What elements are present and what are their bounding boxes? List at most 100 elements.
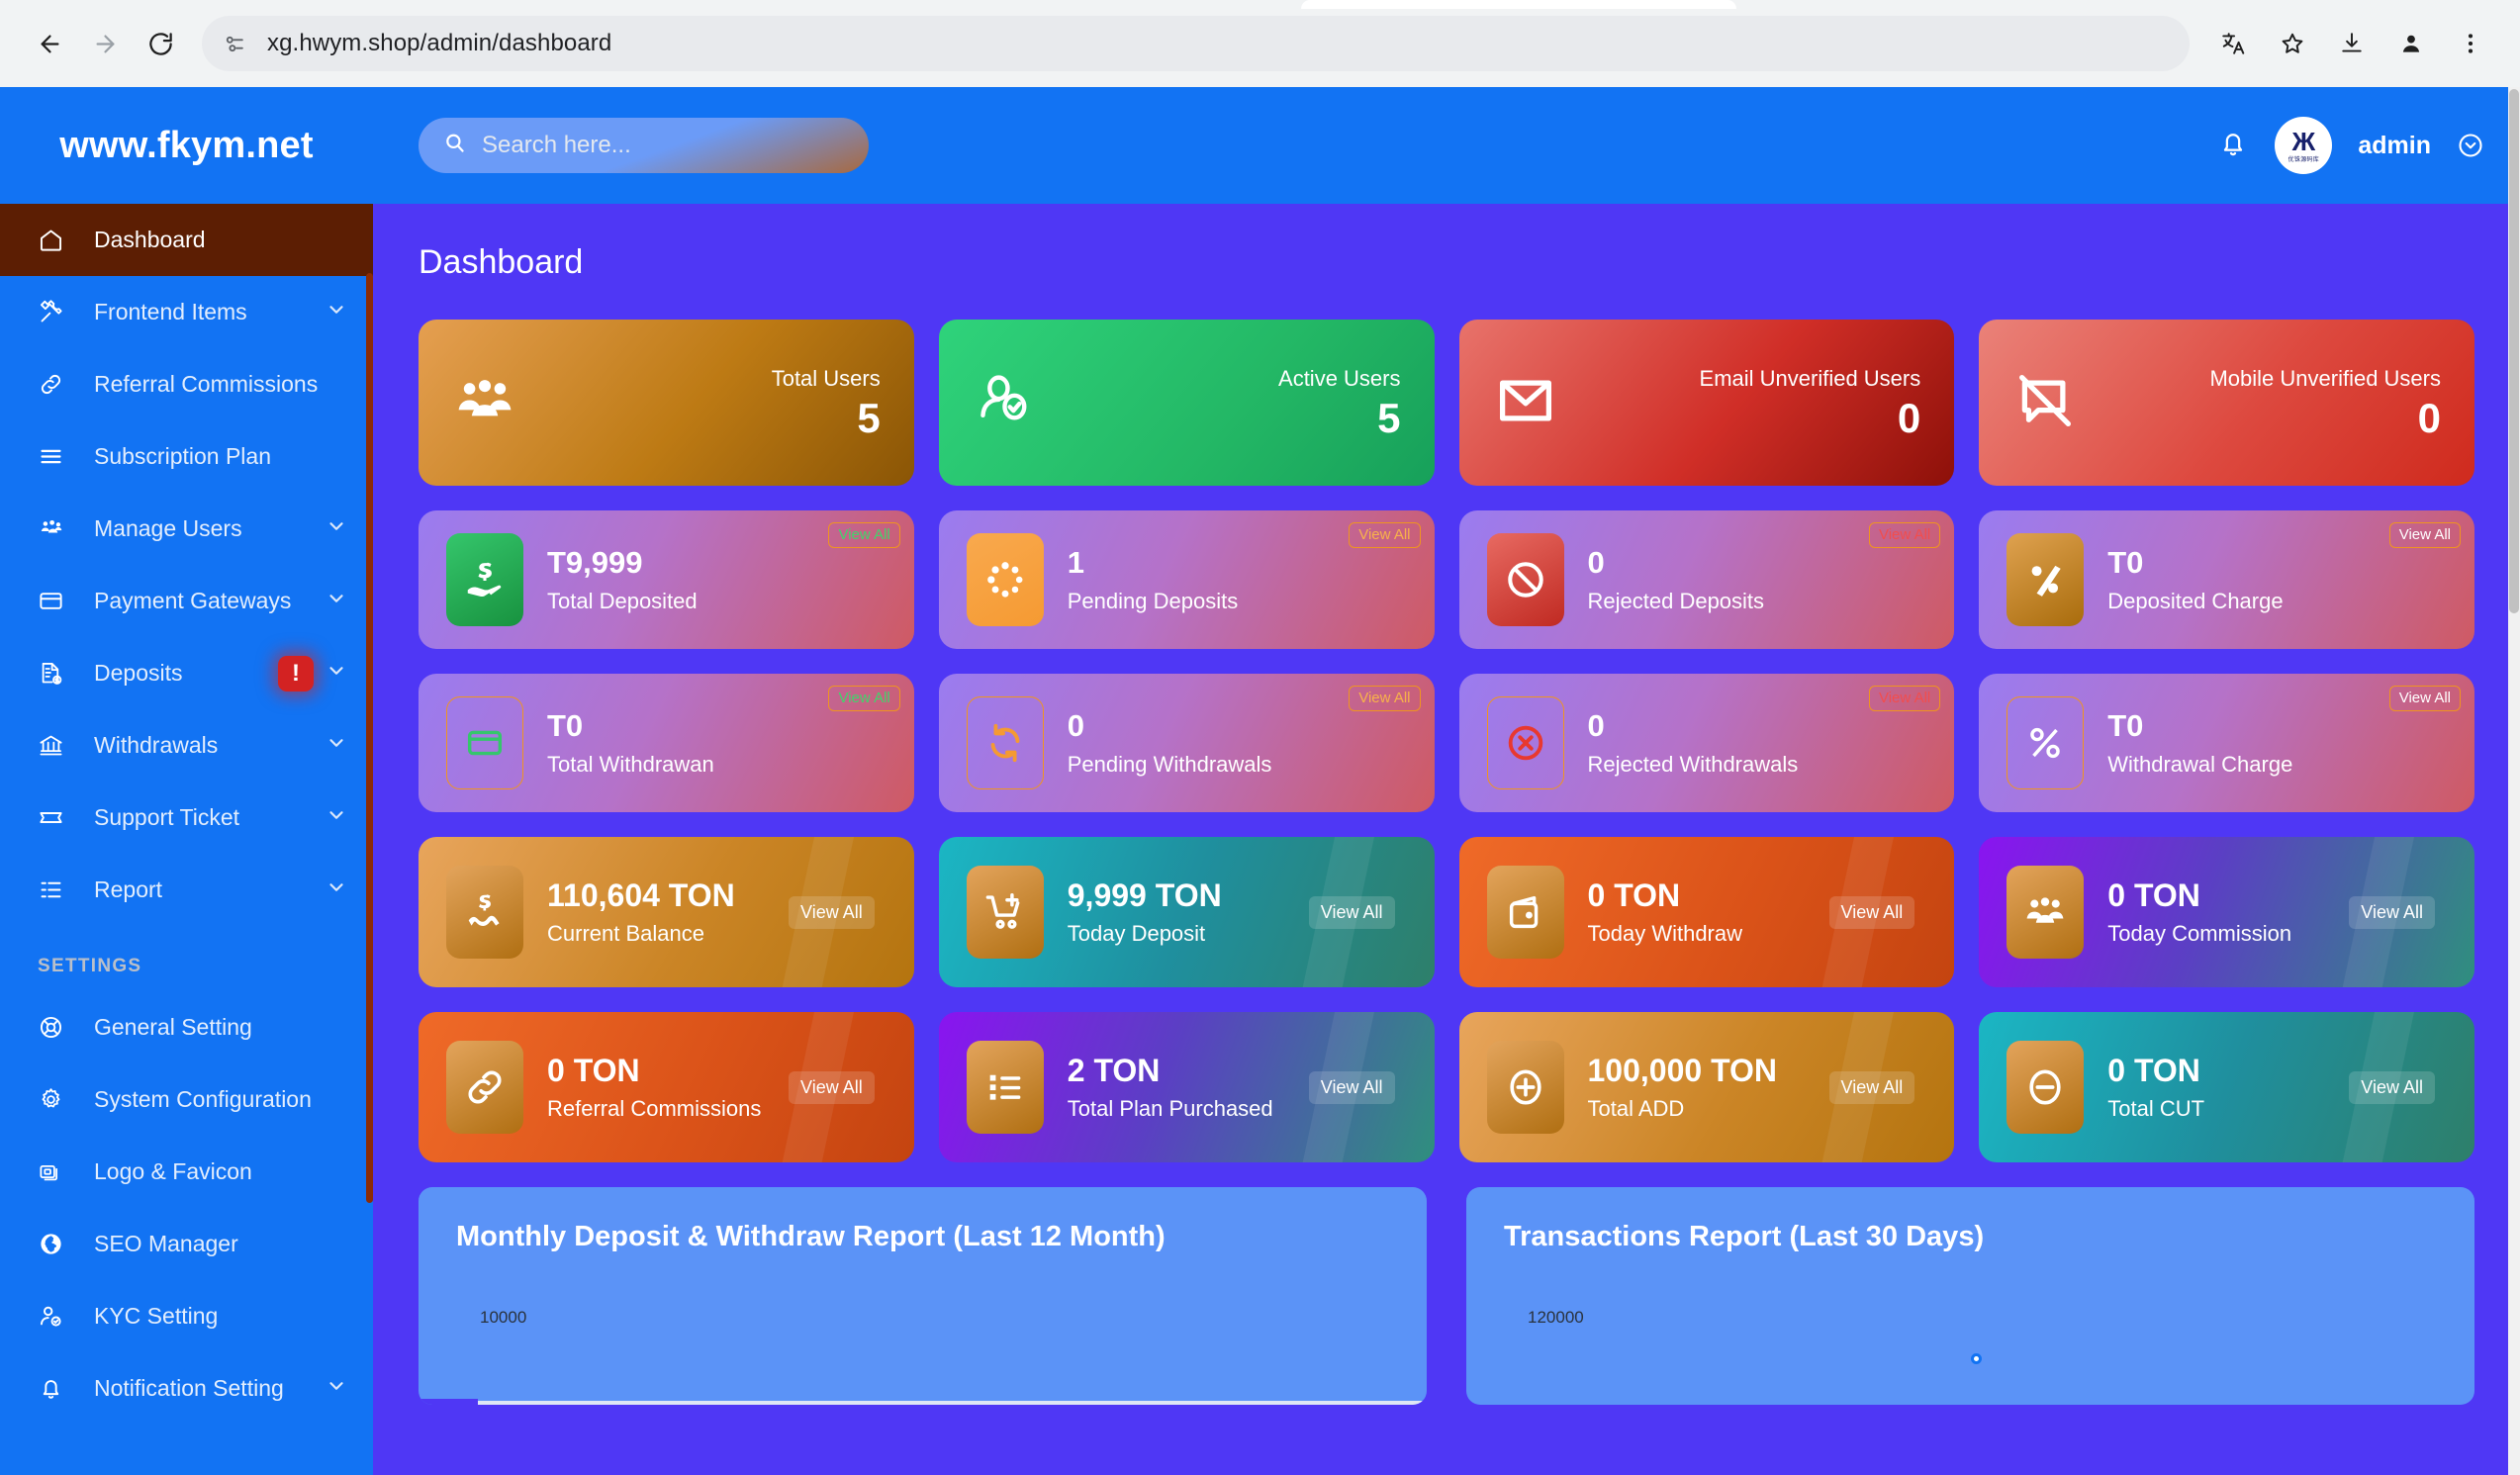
stat-card-pending-withdrawals[interactable]: 0 Pending Withdrawals View All — [938, 674, 1435, 812]
stat-card-today-commission[interactable]: 0 TON Today Commission View All — [1979, 837, 2474, 987]
stat-card-pending-deposits[interactable]: 1 Pending Deposits View All — [938, 510, 1435, 649]
stat-value: T0 — [547, 708, 584, 744]
sidebar-item-logo-favicon[interactable]: Logo & Favicon — [0, 1136, 373, 1208]
stat-card-total-withdrawan[interactable]: T0 Total Withdrawan View All — [419, 674, 914, 812]
sidebar-item-label: SEO Manager — [94, 1231, 238, 1256]
stat-label: Today Commission — [2107, 921, 2292, 947]
stat-card-total-cut[interactable]: 0 TON Total CUT View All — [1979, 1012, 2474, 1162]
view-all-link[interactable]: View All — [1868, 522, 1941, 548]
sidebar-item-support-ticket[interactable]: Support Ticket — [0, 782, 373, 854]
view-all-link[interactable]: View All — [789, 1070, 875, 1104]
sidebar-item-deposits[interactable]: Deposits ! — [0, 637, 373, 709]
sidebar-item-system-configuration[interactable]: System Configuration — [0, 1063, 373, 1136]
sidebar-settings-heading: SETTINGS — [38, 956, 142, 976]
chart-y-tick-label: 120000 — [1528, 1308, 1584, 1327]
stat-text: 0 Rejected Deposits — [1588, 545, 1765, 614]
stat-card-email-unverified-users[interactable]: Email Unverified Users 0 — [1458, 320, 1955, 486]
stat-card-mobile-unverified-users[interactable]: Mobile Unverified Users 0 — [1979, 320, 2474, 486]
stat-card-total-deposited[interactable]: T9,999 Total Deposited View All — [419, 510, 914, 649]
view-all-link[interactable]: View All — [1308, 1070, 1395, 1104]
stat-card-referral-commissions[interactable]: 0 TON Referral Commissions View All — [419, 1012, 914, 1162]
sidebar-brand[interactable]: www.fkym.net — [0, 87, 373, 204]
sidebar-item-kyc-setting[interactable]: KYC Setting — [0, 1280, 373, 1352]
omnibox[interactable]: xg.hwym.shop/admin/dashboard — [202, 16, 2190, 71]
search-box[interactable] — [419, 118, 869, 173]
sidebar-item-frontend-items[interactable]: Frontend Items — [0, 276, 373, 348]
site-info-icon[interactable] — [212, 21, 257, 66]
sidebar-item-referral-commissions[interactable]: Referral Commissions — [0, 348, 373, 420]
avatar[interactable]: Ж 优铢源码库 — [2275, 117, 2333, 174]
view-all-link[interactable]: View All — [828, 522, 900, 548]
stat-card-rejected-deposits[interactable]: 0 Rejected Deposits View All — [1458, 510, 1955, 649]
stat-label: Total CUT — [2107, 1096, 2205, 1122]
view-all-link[interactable]: View All — [1349, 522, 1421, 548]
stat-card-rejected-withdrawals[interactable]: 0 Rejected Withdrawals View All — [1458, 674, 1955, 812]
view-all-link[interactable]: View All — [2349, 895, 2435, 929]
view-all-link[interactable]: View All — [2388, 522, 2461, 548]
sidebar-item-subscription-plan[interactable]: Subscription Plan — [0, 420, 373, 493]
home-icon — [38, 227, 77, 253]
stat-value: T0 — [2107, 708, 2144, 744]
sidebar-item-label: Referral Commissions — [94, 371, 319, 397]
users-group-icon — [2007, 866, 2085, 959]
sidebar-item-notification-setting[interactable]: Notification Setting — [0, 1352, 373, 1425]
view-all-link[interactable]: View All — [1828, 1070, 1915, 1104]
stat-label: Total Deposited — [547, 588, 698, 613]
stat-value: 0 — [1587, 708, 1605, 744]
stat-text: 0 TON Referral Commissions — [547, 1053, 761, 1123]
view-all-link[interactable]: View All — [1349, 686, 1421, 711]
view-all-link[interactable]: View All — [828, 686, 900, 711]
sidebar-item-payment-gateways[interactable]: Payment Gateways — [0, 565, 373, 637]
sidebar-item-manage-users[interactable]: Manage Users — [0, 493, 373, 565]
view-all-link[interactable]: View All — [1868, 686, 1941, 711]
stat-value: 0 — [1897, 395, 1921, 441]
sidebar-item-withdrawals[interactable]: Withdrawals — [0, 709, 373, 782]
browser-tab-stub[interactable] — [1301, 0, 1736, 9]
stat-card-withdrawal-charge[interactable]: T0 Withdrawal Charge View All — [1979, 674, 2474, 812]
stat-card-total-add[interactable]: 100,000 TON Total ADD View All — [1458, 1012, 1955, 1162]
stat-text: 0 TON Total CUT — [2107, 1053, 2204, 1123]
back-button[interactable] — [22, 16, 77, 71]
sidebar-item-seo-manager[interactable]: SEO Manager — [0, 1208, 373, 1280]
stat-value: 0 — [2417, 395, 2441, 441]
chrome-menu-icon[interactable] — [2443, 16, 2498, 71]
view-all-link[interactable]: View All — [2388, 686, 2461, 711]
forward-button[interactable] — [77, 16, 133, 71]
chart-data-point[interactable] — [1970, 1353, 1982, 1364]
stat-label: Total Users — [771, 366, 881, 391]
stat-card-today-deposit[interactable]: 9,999 TON Today Deposit View All — [938, 837, 1435, 987]
stat-card-deposited-charge[interactable]: T0 Deposited Charge View All — [1979, 510, 2474, 649]
view-all-link[interactable]: View All — [2349, 1070, 2435, 1104]
view-all-link[interactable]: View All — [789, 895, 875, 929]
stat-card-today-withdraw[interactable]: 0 TON Today Withdraw View All — [1458, 837, 1955, 987]
link-icon — [38, 371, 77, 398]
sidebar-scrollbar[interactable] — [366, 273, 373, 1203]
sidebar-item-dashboard[interactable]: Dashboard — [0, 204, 373, 276]
stat-text: Active Users 5 — [1278, 366, 1400, 439]
view-all-link[interactable]: View All — [1308, 895, 1395, 929]
stat-card-total-plan-purchased[interactable]: 2 TON Total Plan Purchased View All — [938, 1012, 1435, 1162]
search-input[interactable] — [482, 132, 845, 159]
translate-icon[interactable] — [2205, 16, 2261, 71]
main-scrollbar[interactable] — [2508, 87, 2520, 1475]
chart-monthly-deposit-withdraw: Monthly Deposit & Withdraw Report (Last … — [419, 1187, 1427, 1405]
ton-stats-grid-2: 0 TON Referral Commissions View All 2 TO… — [419, 1012, 2474, 1162]
sidebar-item-label: Deposits — [94, 660, 183, 686]
stat-card-total-users[interactable]: Total Users 5 — [419, 320, 914, 486]
downloads-icon[interactable] — [2324, 16, 2380, 71]
reload-button[interactable] — [133, 16, 188, 71]
profile-avatar-icon[interactable] — [2383, 16, 2439, 71]
address-bar-url[interactable]: xg.hwym.shop/admin/dashboard — [267, 30, 611, 57]
sidebar-item-report[interactable]: Report — [0, 854, 373, 926]
stat-card-current-balance[interactable]: 110,604 TON Current Balance View All — [419, 837, 914, 987]
notification-bell-icon[interactable] — [2217, 128, 2249, 164]
main-content: Ж 优铢源码库 admin Dashboard Total Users — [373, 87, 2520, 1475]
sidebar-item-general-setting[interactable]: General Setting — [0, 991, 373, 1063]
stat-card-active-users[interactable]: Active Users 5 — [938, 320, 1435, 486]
view-all-link[interactable]: View All — [1828, 895, 1915, 929]
bank-icon — [38, 732, 77, 759]
admin-username[interactable]: admin — [2358, 132, 2431, 160]
bookmark-star-icon[interactable] — [2265, 16, 2320, 71]
chevron-down-circle-icon[interactable] — [2457, 132, 2484, 159]
main-scrollbar-thumb[interactable] — [2509, 89, 2519, 613]
